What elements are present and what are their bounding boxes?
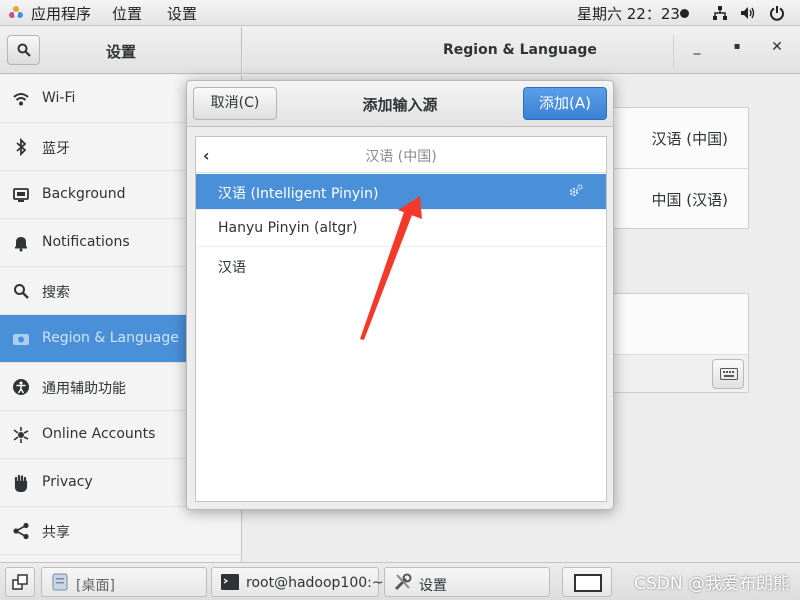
list-language-header[interactable]: ‹ 汉语 (中国) (196, 137, 606, 173)
close-button[interactable]: ✕ (765, 39, 789, 61)
tools-icon (394, 573, 412, 591)
language-row[interactable]: 汉语 (中国) (612, 108, 748, 168)
sidebar-headerbar: 设置 (0, 27, 242, 74)
online-accounts-icon (13, 427, 29, 443)
clock[interactable]: 星期六 22：23 (577, 3, 680, 24)
list-item-label: 汉语 (218, 260, 246, 276)
sidebar-item-label: Notifications (42, 234, 130, 250)
headerbar-separator (673, 35, 674, 67)
language-value: 汉语 (中国) (651, 130, 728, 148)
formats-row[interactable]: 中国 (汉语) (612, 169, 748, 229)
workspace-switcher[interactable] (562, 567, 612, 597)
taskbar-desktop-label: [桌面] (76, 578, 115, 594)
sidebar-item-label: Online Accounts (42, 426, 156, 442)
watermark: CSDN @我爱布朗熊 (634, 574, 790, 594)
list-item-intelligent-pinyin[interactable]: 汉语 (Intelligent Pinyin) (196, 174, 606, 210)
network-icon[interactable] (712, 5, 728, 21)
input-sources-box (611, 293, 749, 393)
taskbar-settings[interactable]: 设置 (384, 567, 550, 597)
settings-menu[interactable]: 设置 (167, 3, 197, 24)
panel-headerbar: Region & Language _ ▪ ✕ (243, 27, 800, 74)
desktop-icon (52, 573, 68, 591)
bell-icon (15, 237, 27, 252)
dialog-headerbar: 添加输入源 取消(C) 添加(A) (187, 81, 613, 127)
places-menu[interactable]: 位置 (112, 3, 142, 24)
hand-icon (14, 474, 28, 492)
region-icon (13, 334, 29, 345)
recording-dot-icon (680, 9, 689, 18)
power-icon[interactable] (769, 5, 785, 21)
taskbar-terminal[interactable]: root@hadoop100:~ (211, 567, 384, 597)
input-source-list: ‹ 汉语 (中国) 汉语 (Intelligent Pinyin) Hanyu … (195, 136, 607, 502)
sidebar-item-label: 通用辅助功能 (42, 381, 126, 397)
keyboard-layout-button[interactable] (712, 359, 744, 389)
panel-title: Region & Language (443, 42, 597, 58)
language-formats-box: 汉语 (中国) 中国 (汉语) (611, 107, 749, 229)
share-icon (13, 522, 29, 540)
applications-menu[interactable]: 应用程序 (31, 3, 91, 24)
windows-icon (12, 574, 28, 590)
apps-menu-icon[interactable] (8, 5, 24, 21)
list-item-label: Hanyu Pinyin (altgr) (218, 220, 358, 236)
input-sources-toolbar (612, 354, 748, 392)
sidebar-item-label: Region & Language (42, 330, 179, 346)
formats-value: 中国 (汉语) (651, 191, 728, 209)
sidebar-item-label: Background (42, 186, 126, 202)
list-item-hanyu-pinyin[interactable]: Hanyu Pinyin (altgr) (196, 211, 606, 247)
maximize-button[interactable]: ▪ (725, 41, 749, 63)
minimize-button[interactable]: _ (685, 39, 709, 61)
top-panel: 应用程序 位置 设置 星期六 22：23 (0, 0, 800, 26)
add-input-source-dialog: 添加输入源 取消(C) 添加(A) ‹ 汉语 (中国) 汉语 (Intellig… (186, 80, 614, 510)
background-icon (13, 188, 29, 202)
list-item-label: 汉语 (Intelligent Pinyin) (218, 186, 379, 202)
volume-icon[interactable] (740, 5, 756, 21)
search-icon (14, 284, 29, 299)
sidebar-item-sharing[interactable]: 共享 (0, 507, 242, 555)
sidebar-title: 设置 (105, 43, 136, 61)
list-language-title: 汉语 (中国) (365, 149, 437, 165)
sidebar-item-label: 蓝牙 (42, 141, 70, 157)
wifi-icon (13, 93, 29, 106)
sidebar-item-label: 共享 (42, 525, 70, 541)
sidebar-item-label: Privacy (42, 474, 93, 490)
workspace-icon (574, 574, 602, 592)
gear-icon[interactable] (568, 183, 584, 199)
keyboard-icon (720, 368, 738, 380)
cancel-button[interactable]: 取消(C) (193, 87, 277, 120)
sidebar-item-label: 搜索 (42, 285, 70, 301)
list-item-hanyu[interactable]: 汉语 (196, 248, 606, 284)
taskbar-terminal-label: root@hadoop100:~ (246, 575, 384, 591)
taskbar-settings-label: 设置 (419, 578, 447, 594)
bluetooth-icon (16, 138, 27, 156)
terminal-icon (221, 574, 239, 590)
add-button[interactable]: 添加(A) (523, 87, 607, 120)
taskbar: [桌面] root@hadoop100:~ 设置 CSDN @我爱布朗熊 (0, 562, 800, 600)
sidebar-item-label: Wi-Fi (42, 90, 76, 106)
accessibility-icon (13, 379, 29, 395)
taskbar-desktop[interactable]: [桌面] (41, 567, 207, 597)
show-desktop-button[interactable] (5, 567, 35, 597)
